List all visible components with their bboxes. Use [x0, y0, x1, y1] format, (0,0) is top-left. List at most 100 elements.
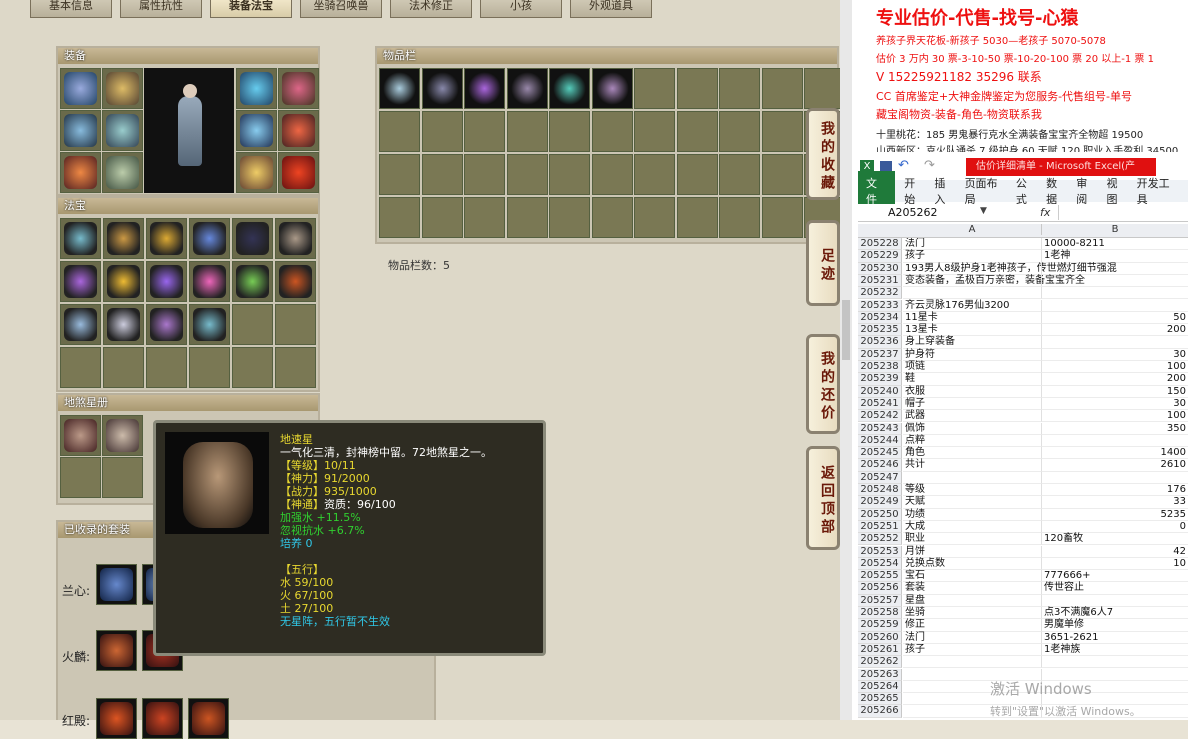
row-number[interactable]: 205228: [858, 238, 902, 251]
tab-spells[interactable]: 法术修正: [390, 0, 472, 18]
equip-slot[interactable]: [60, 152, 101, 193]
equip-slot[interactable]: [60, 110, 101, 151]
cell-a[interactable]: 套装: [903, 582, 1041, 595]
row-number[interactable]: 205259: [858, 619, 902, 632]
tab-basic-info[interactable]: 基本信息: [30, 0, 112, 18]
row-number[interactable]: 205257: [858, 594, 902, 607]
cell-a[interactable]: 193男人8级护身1老神孩子，传世燃灯细节强混: [903, 263, 1117, 275]
fabao-slot[interactable]: [103, 261, 144, 302]
fabao-slot[interactable]: [189, 347, 230, 388]
name-box-dropdown-icon[interactable]: ▼: [980, 206, 987, 216]
column-a-header[interactable]: A: [903, 224, 1041, 235]
inventory-slot[interactable]: [464, 154, 505, 195]
fabao-slot[interactable]: [275, 261, 316, 302]
cell-a[interactable]: [903, 287, 1041, 300]
row-number[interactable]: 205255: [858, 570, 902, 583]
row-number[interactable]: 205230: [858, 262, 902, 275]
inventory-slot[interactable]: [506, 111, 548, 152]
cell-b[interactable]: 点3不满魔6人7: [1041, 607, 1188, 620]
cell-b[interactable]: 42: [1041, 545, 1188, 558]
suit-item[interactable]: [142, 698, 183, 739]
inventory-slot[interactable]: [761, 111, 803, 152]
name-box[interactable]: A205262: [888, 206, 988, 219]
row-number[interactable]: 205245: [858, 447, 902, 460]
ribbon-tab[interactable]: 视图: [1106, 175, 1127, 207]
row-number[interactable]: 205243: [858, 422, 902, 435]
cell-b[interactable]: 30: [1041, 348, 1188, 361]
fabao-slot[interactable]: [146, 261, 187, 302]
ribbon-tab[interactable]: 开发工具: [1137, 175, 1179, 207]
row-number[interactable]: 205242: [858, 410, 902, 423]
dishaxing-slot[interactable]: [60, 415, 101, 456]
cell-b[interactable]: 50: [1041, 311, 1188, 325]
cell-b[interactable]: [1041, 299, 1188, 312]
cell-a[interactable]: 衣服: [903, 386, 1041, 398]
column-b-header[interactable]: B: [1041, 224, 1188, 235]
formula-input[interactable]: [1058, 205, 1186, 220]
cell-b[interactable]: [1041, 594, 1188, 607]
cell-a[interactable]: 佩饰: [903, 423, 1041, 435]
undo-icon[interactable]: ↶: [898, 158, 909, 173]
ribbon-tab[interactable]: 公式: [1016, 175, 1037, 207]
fabao-slot[interactable]: [189, 261, 230, 302]
inventory-slot[interactable]: [761, 197, 803, 238]
cell-a[interactable]: 护身符: [903, 349, 1041, 361]
cell-a[interactable]: 11星卡: [903, 312, 1041, 325]
inventory-slot[interactable]: [761, 68, 803, 109]
ribbon-tab[interactable]: 页面布局: [965, 175, 1007, 207]
cell-a[interactable]: 宝石: [903, 570, 1041, 583]
cell-b[interactable]: 1400: [1041, 447, 1188, 460]
inventory-slot[interactable]: [634, 68, 675, 109]
ribbon-tab[interactable]: 数据: [1046, 175, 1067, 207]
cell-b[interactable]: [1041, 274, 1188, 288]
fabao-slot[interactable]: [60, 304, 101, 345]
row-number[interactable]: 205265: [858, 693, 902, 706]
cell-b[interactable]: 10: [1041, 557, 1188, 571]
cell-a[interactable]: 法门: [903, 632, 1041, 644]
tab-equipment[interactable]: 装备法宝: [210, 0, 292, 18]
row-number[interactable]: 205250: [858, 508, 902, 521]
fabao-slot[interactable]: [275, 218, 316, 259]
cell-b[interactable]: 传世容止: [1041, 582, 1188, 595]
suit-item[interactable]: [96, 630, 137, 671]
equip-slot[interactable]: [236, 68, 277, 109]
cell-b[interactable]: 33: [1041, 496, 1188, 509]
tab-mounts-pets[interactable]: 坐骑召唤兽: [300, 0, 382, 18]
cell-a[interactable]: 帽子: [903, 398, 1041, 411]
inventory-slot[interactable]: [591, 68, 633, 109]
cell-a[interactable]: 功绩: [903, 509, 1041, 521]
row-number[interactable]: 205254: [858, 557, 902, 571]
row-number[interactable]: 205251: [858, 520, 902, 534]
cell-a[interactable]: 大成: [903, 521, 1041, 534]
fabao-slot[interactable]: [232, 261, 273, 302]
cell-a[interactable]: 孩子: [903, 644, 1041, 657]
cell-a[interactable]: 法门: [903, 238, 1041, 251]
row-number[interactable]: 205263: [858, 668, 902, 681]
inventory-slot[interactable]: [676, 68, 718, 109]
cell-b[interactable]: 2610: [1041, 459, 1188, 472]
row-number[interactable]: 205240: [858, 385, 902, 398]
cell-a[interactable]: 孩子: [903, 250, 1041, 263]
cell-b[interactable]: 100: [1041, 410, 1188, 423]
back-to-top-button[interactable]: 返回顶部: [806, 446, 840, 550]
inventory-slot[interactable]: [379, 68, 420, 109]
equip-slot[interactable]: [236, 152, 277, 193]
cell-b[interactable]: [1041, 336, 1188, 349]
equip-slot[interactable]: [102, 68, 143, 109]
cell-a[interactable]: 项链: [903, 361, 1041, 374]
cell-a[interactable]: 月饼: [903, 546, 1041, 558]
inventory-slot[interactable]: [379, 154, 420, 195]
cell-b[interactable]: 0: [1041, 520, 1188, 534]
suit-item[interactable]: [188, 698, 229, 739]
row-number[interactable]: 205234: [858, 311, 902, 325]
cell-a[interactable]: 等级: [903, 484, 1041, 497]
row-number[interactable]: 205237: [858, 348, 902, 361]
fabao-slot[interactable]: [103, 218, 144, 259]
cell-a[interactable]: 兑换点数: [903, 558, 1041, 571]
equip-slot[interactable]: [102, 110, 143, 151]
cell-a[interactable]: 共计: [903, 459, 1041, 472]
suit-item[interactable]: [96, 698, 137, 739]
inventory-slot[interactable]: [379, 111, 420, 152]
fabao-slot[interactable]: [275, 347, 316, 388]
equip-slot[interactable]: [102, 152, 143, 193]
